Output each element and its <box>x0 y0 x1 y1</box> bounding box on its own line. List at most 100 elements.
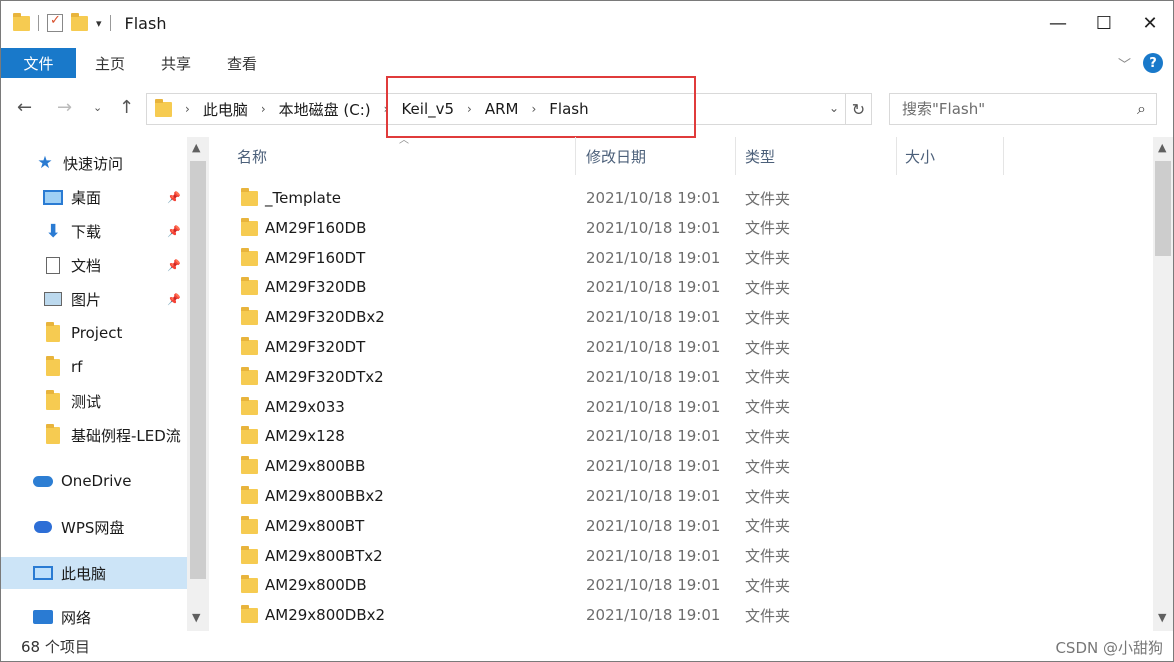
table-row[interactable]: AM29x800BT 2021/10/18 19:01 文件夹 <box>213 511 1113 541</box>
tab-home[interactable]: 主页 <box>80 53 140 74</box>
pin-icon[interactable]: 📌 <box>167 293 181 306</box>
folder-icon <box>241 217 258 236</box>
sidebar-item-network[interactable]: 网络 <box>1 601 187 631</box>
sidebar-scrollbar[interactable]: ▲ ▼ <box>187 137 209 631</box>
tab-share[interactable]: 共享 <box>146 53 206 74</box>
table-row[interactable]: _Template 2021/10/18 19:01 文件夹 <box>213 183 1113 213</box>
sidebar-item-label: 此电脑 <box>61 564 107 583</box>
forward-arrow-icon[interactable]: → <box>57 97 72 118</box>
wps-cloud-icon <box>33 519 53 535</box>
sidebar-item-rf[interactable]: rf <box>1 351 187 383</box>
file-list-scrollbar-thumb[interactable] <box>1155 161 1171 256</box>
sidebar-item-label: 测试 <box>71 392 102 411</box>
back-arrow-icon[interactable]: ← <box>17 97 32 118</box>
file-name: AM29x128 <box>265 427 345 446</box>
close-button[interactable]: ✕ <box>1127 1 1173 45</box>
search-input[interactable] <box>902 100 1122 118</box>
ribbon-tabs: 文件 主页 共享 查看 ﹀ ? <box>1 47 1173 79</box>
sidebar-item-onedrive[interactable]: OneDrive <box>1 465 187 497</box>
sidebar-item-test[interactable]: 测试 <box>1 385 187 417</box>
help-icon[interactable]: ? <box>1143 53 1163 73</box>
file-name: AM29F320DT <box>265 338 366 356</box>
file-name: AM29x800BTx2 <box>265 546 383 565</box>
sidebar-item-wps-cloud[interactable]: WPS网盘 <box>1 511 187 543</box>
minimize-button[interactable]: — <box>1035 1 1081 45</box>
column-divider[interactable] <box>575 137 576 175</box>
file-date: 2021/10/18 19:01 <box>586 516 721 535</box>
column-divider[interactable] <box>735 137 736 175</box>
file-list: ︿ 名称 修改日期 类型 大小 _Template 2021/10/18 19:0… <box>213 137 1151 631</box>
recent-locations-chevron-icon[interactable]: ⌄ <box>93 101 102 114</box>
sidebar-item-downloads[interactable]: ⬇ 下载 📌 <box>1 215 187 247</box>
breadcrumb-separator-icon[interactable]: › <box>185 102 190 116</box>
table-row[interactable]: AM29x800BBx2 2021/10/18 19:01 文件夹 <box>213 481 1113 511</box>
file-type: 文件夹 <box>745 338 791 357</box>
tab-view[interactable]: 查看 <box>212 53 272 74</box>
sidebar-item-desktop[interactable]: 桌面 📌 <box>1 181 187 213</box>
file-type: 文件夹 <box>745 517 791 536</box>
column-header-name[interactable]: 名称 <box>237 137 267 175</box>
sidebar-item-quick-access[interactable]: ★ 快速访问 <box>1 147 187 179</box>
file-date: 2021/10/18 19:01 <box>586 397 721 416</box>
tab-file[interactable]: 文件 <box>1 48 76 78</box>
table-row[interactable]: AM29F320DT 2021/10/18 19:01 文件夹 <box>213 332 1113 362</box>
sidebar-item-pictures[interactable]: 图片 📌 <box>1 283 187 315</box>
column-divider[interactable] <box>896 137 897 175</box>
folder-icon <box>241 396 258 415</box>
address-dropdown-chevron-icon[interactable]: ⌄ <box>829 101 839 115</box>
sidebar-item-documents[interactable]: 文档 📌 <box>1 249 187 281</box>
table-row[interactable]: AM29F320DBx2 2021/10/18 19:01 文件夹 <box>213 302 1113 332</box>
table-row[interactable]: AM29F160DT 2021/10/18 19:01 文件夹 <box>213 243 1113 273</box>
expand-ribbon-chevron-icon[interactable]: ﹀ <box>1118 54 1131 73</box>
table-row[interactable]: AM29x800DB 2021/10/18 19:01 文件夹 <box>213 570 1113 600</box>
table-row[interactable]: AM29F160DB 2021/10/18 19:01 文件夹 <box>213 213 1113 243</box>
sidebar-item-project[interactable]: Project <box>1 317 187 349</box>
file-date: 2021/10/18 19:01 <box>586 367 721 386</box>
scroll-down-arrow-icon[interactable]: ▼ <box>1158 611 1166 624</box>
customize-toolbar-chevron-icon[interactable]: ▾ <box>96 17 102 30</box>
scroll-up-arrow-icon[interactable]: ▲ <box>1158 141 1166 154</box>
sidebar-item-label: Project <box>71 324 123 342</box>
file-list-scrollbar[interactable]: ▲ ▼ <box>1153 137 1173 631</box>
pin-icon[interactable]: 📌 <box>167 225 181 238</box>
column-header-size[interactable]: 大小 <box>905 137 935 175</box>
table-row[interactable]: AM29F320DB 2021/10/18 19:01 文件夹 <box>213 272 1113 302</box>
maximize-button[interactable]: ☐ <box>1081 1 1127 45</box>
pin-icon[interactable]: 📌 <box>167 259 181 272</box>
up-arrow-icon[interactable]: ↑ <box>119 97 134 118</box>
sidebar-item-led-example[interactable]: 基础例程-LED流 <box>1 419 187 451</box>
file-name: _Template <box>265 189 341 207</box>
file-name: AM29F320DBx2 <box>265 308 385 327</box>
scroll-down-arrow-icon[interactable]: ▼ <box>192 611 200 624</box>
table-row[interactable]: AM29x033 2021/10/18 19:01 文件夹 <box>213 392 1113 422</box>
pin-icon[interactable]: 📌 <box>167 191 181 204</box>
breadcrumb-this-pc[interactable]: 此电脑 <box>203 99 248 120</box>
sidebar-scrollbar-thumb[interactable] <box>190 161 206 579</box>
table-row[interactable]: AM29x128 2021/10/18 19:01 文件夹 <box>213 421 1113 451</box>
title-bar: ▾ Flash — ☐ ✕ <box>1 1 1173 45</box>
table-row[interactable]: AM29x800DBx2 2021/10/18 19:01 文件夹 <box>213 600 1113 630</box>
search-icon[interactable]: ⌕ <box>1137 99 1146 119</box>
file-date: 2021/10/18 19:01 <box>586 546 721 565</box>
new-folder-icon[interactable] <box>71 12 88 31</box>
properties-icon[interactable] <box>47 13 63 32</box>
folder-icon <box>241 337 258 355</box>
breadcrumb-local-disk[interactable]: 本地磁盘 (C:) <box>279 99 371 120</box>
search-box[interactable]: ⌕ <box>889 93 1157 125</box>
breadcrumb-separator-icon[interactable]: › <box>261 102 266 116</box>
file-type: 文件夹 <box>745 249 791 268</box>
file-type: 文件夹 <box>745 457 791 476</box>
desktop-icon <box>43 189 63 205</box>
column-header-type[interactable]: 类型 <box>745 137 775 175</box>
scroll-up-arrow-icon[interactable]: ▲ <box>192 141 200 154</box>
table-row[interactable]: AM29F320DTx2 2021/10/18 19:01 文件夹 <box>213 362 1113 392</box>
file-date: 2021/10/18 19:01 <box>586 308 721 327</box>
folder-icon <box>241 277 258 296</box>
table-row[interactable]: AM29x800BB 2021/10/18 19:01 文件夹 <box>213 451 1113 481</box>
refresh-icon[interactable]: ↻ <box>845 94 871 124</box>
column-header-date[interactable]: 修改日期 <box>586 137 646 175</box>
window-controls: — ☐ ✕ <box>1035 1 1173 45</box>
sidebar-item-this-pc[interactable]: 此电脑 <box>1 557 187 589</box>
column-divider[interactable] <box>1003 137 1004 175</box>
table-row[interactable]: AM29x800BTx2 2021/10/18 19:01 文件夹 <box>213 541 1113 571</box>
